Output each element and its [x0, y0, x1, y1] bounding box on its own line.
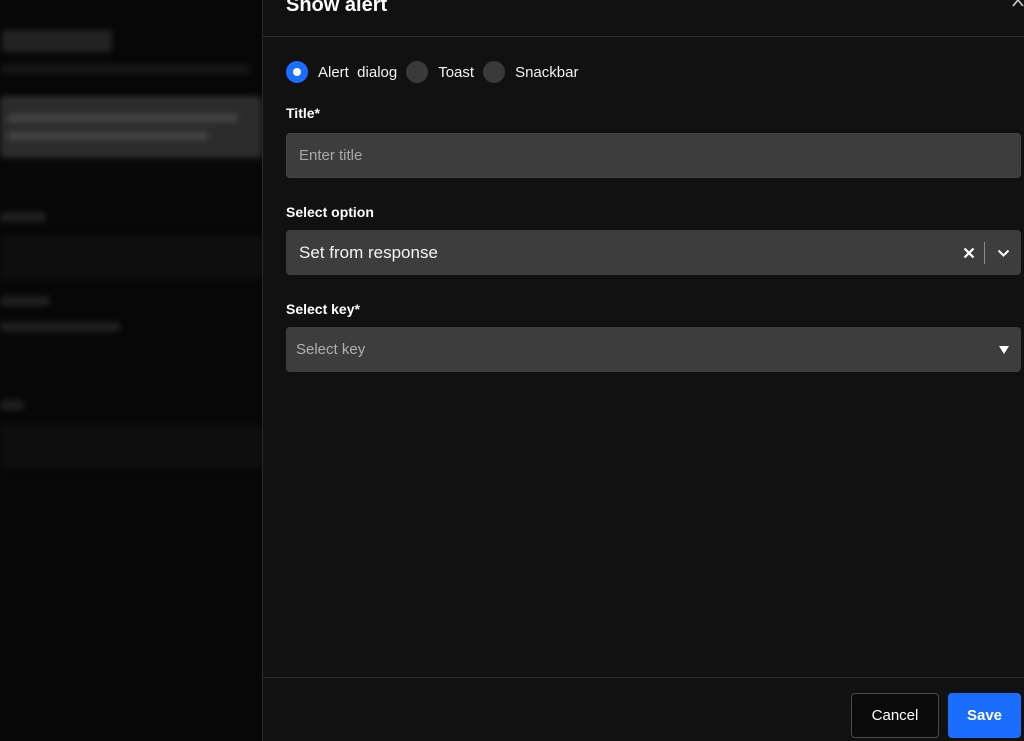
- background-label: [0, 322, 120, 332]
- radio-button-selected[interactable]: [286, 61, 308, 83]
- radio-label-alert-dialog: Alert dialog: [318, 63, 398, 81]
- clear-icon[interactable]: [954, 230, 984, 275]
- background-label: [0, 212, 46, 222]
- background-label: [0, 296, 50, 306]
- background-blur: [0, 0, 262, 741]
- cancel-button[interactable]: Cancel: [851, 693, 939, 738]
- radio-button[interactable]: [406, 61, 429, 83]
- save-button[interactable]: Save: [948, 693, 1021, 738]
- select-key-placeholder: Select key: [296, 341, 366, 358]
- background-page: [0, 0, 262, 741]
- drawer-footer: Cancel Save: [263, 677, 1024, 741]
- radio-toast[interactable]: Toast: [406, 61, 474, 83]
- background-field: [0, 424, 262, 468]
- select-option-value: Set from response: [299, 242, 438, 262]
- close-icon[interactable]: [1011, 0, 1024, 10]
- title-field-label: Title*: [286, 105, 320, 121]
- show-alert-drawer: Show alert Alert dialog Toast Snackbar T…: [262, 0, 1024, 741]
- radio-label-toast: Toast: [438, 63, 475, 81]
- radio-label-snackbar: Snackbar: [515, 63, 579, 81]
- drawer-title: Show alert: [286, 0, 388, 16]
- background-note: [0, 96, 262, 158]
- background-subtext: [0, 64, 250, 74]
- title-input[interactable]: [286, 133, 1021, 178]
- background-field: [0, 236, 262, 280]
- drawer-header: Show alert: [263, 0, 1024, 37]
- select-option-label: Select option: [286, 204, 374, 220]
- radio-alert-dialog[interactable]: Alert dialog: [286, 61, 397, 83]
- radio-button[interactable]: [483, 61, 506, 83]
- select-key-label: Select key*: [286, 301, 360, 317]
- caret-down-icon[interactable]: [987, 327, 1021, 372]
- radio-snackbar[interactable]: Snackbar: [483, 61, 578, 83]
- background-heading: [2, 30, 112, 52]
- select-option-dropdown[interactable]: Set from response: [286, 230, 1021, 275]
- chevron-down-icon[interactable]: [985, 230, 1021, 275]
- select-key-dropdown[interactable]: Select key: [286, 327, 1021, 372]
- background-label: [0, 400, 24, 410]
- alert-type-radio-group: Alert dialog Toast Snackbar: [286, 61, 587, 83]
